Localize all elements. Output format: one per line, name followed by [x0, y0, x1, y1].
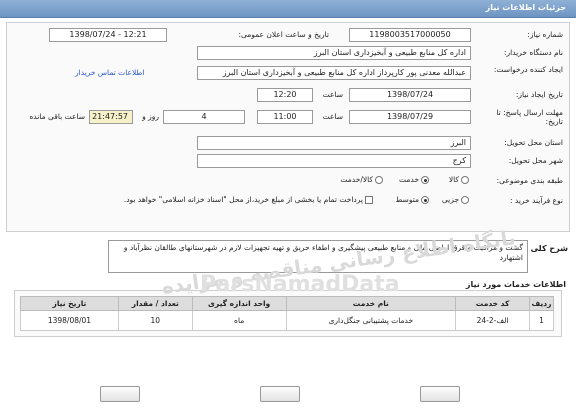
- create-time-label: ساعت: [322, 90, 343, 99]
- days-label: روز و: [142, 112, 159, 121]
- row-requester: ایجاد کننده درخواست: عبدالله معدنی پور ک…: [5, 63, 569, 85]
- remaining-time-label: ساعت باقی مانده: [29, 112, 85, 121]
- deadline-label: مهلت ارسال پاسخ: تا تاریخ:: [496, 108, 563, 126]
- deadline-date-field[interactable]: 1398/07/29: [349, 110, 471, 124]
- category-label: طبقه بندی موضوعی:: [496, 176, 563, 185]
- create-date-label: تاریخ ایجاد نیاز:: [515, 90, 563, 99]
- services-section-title: اطلاعات خدمات مورد نیاز: [465, 280, 566, 289]
- col-name: نام خدمت: [285, 296, 457, 311]
- row-city: شهر محل تحویل: کرج: [5, 153, 569, 169]
- category-option-service[interactable]: خدمت: [399, 175, 429, 184]
- action-button-3[interactable]: [420, 386, 460, 402]
- row-purchase-type: نوع فرآیند خرید : جزیی متوسط پرداخت تمام…: [5, 193, 569, 209]
- cell-unit: ماه: [191, 310, 287, 331]
- purchase-option-medium[interactable]: متوسط: [395, 195, 429, 204]
- action-button-2[interactable]: [260, 386, 300, 402]
- treasury-checkbox[interactable]: پرداخت تمام یا بخشی از مبلغ خرید،از محل …: [124, 195, 373, 204]
- row-category: طبقه بندی موضوعی: کالا خدمت کالا/خدمت: [5, 173, 569, 189]
- checkbox-icon[interactable]: [365, 196, 373, 204]
- row-buyer-org: نام دستگاه خریدار: اداره کل منابع طبیعی …: [5, 45, 569, 61]
- create-date-field[interactable]: 1398/07/24: [349, 88, 471, 102]
- radio-selected-icon[interactable]: [421, 176, 429, 184]
- cell-qty: 10: [117, 310, 193, 331]
- services-table: ردیف کد خدمت نام خدمت واحد اندازه گیری ت…: [20, 296, 554, 331]
- col-code: کد خدمت: [455, 296, 531, 311]
- deadline-time-label: ساعت: [322, 112, 343, 121]
- buyer-contact-link[interactable]: اطلاعات تماس خریدار: [75, 68, 145, 77]
- province-field[interactable]: البرز: [197, 136, 471, 150]
- buyer-org-label: نام دستگاه خریدار:: [503, 48, 563, 57]
- cell-date: 1398/08/01: [20, 310, 119, 331]
- remaining-time-field: 21:47:57: [89, 110, 133, 124]
- announce-date-field[interactable]: 1398/07/24 - 12:21: [49, 28, 167, 42]
- bottom-button-bar: [0, 380, 576, 407]
- action-button-1[interactable]: [100, 386, 140, 402]
- watermark-logo-text: ParsNamadData: [200, 272, 400, 297]
- col-qty: تعداد / مقدار: [117, 296, 193, 311]
- radio-selected-icon[interactable]: [421, 196, 429, 204]
- radio-icon[interactable]: [461, 196, 469, 204]
- table-row[interactable]: 1 الف-2-24 خدمات پشتیبانی جنگل‌داری ماه …: [20, 310, 554, 331]
- announce-date-label: تاریخ و ساعت اعلان عمومی:: [238, 30, 329, 39]
- create-time-field[interactable]: 12:20: [257, 88, 313, 102]
- city-label: شهر محل تحویل:: [508, 156, 563, 165]
- need-number-field[interactable]: 1198003517000050: [349, 28, 471, 42]
- row-deadline: مهلت ارسال پاسخ: تا تاریخ: 1398/07/29 سا…: [5, 107, 569, 129]
- table-header-row: ردیف کد خدمت نام خدمت واحد اندازه گیری ت…: [20, 296, 554, 311]
- row-need-number: شماره نیاز: 1198003517000050 تاریخ و ساع…: [5, 27, 569, 43]
- cell-index: 1: [529, 310, 554, 331]
- category-option-goods[interactable]: کالا: [449, 175, 469, 184]
- city-field[interactable]: کرج: [197, 154, 471, 168]
- requester-field[interactable]: عبدالله معدنی پور کارپرداز اداره کل مناب…: [197, 66, 471, 80]
- col-date: تاریخ نیاز: [20, 296, 119, 311]
- col-index: ردیف: [529, 296, 554, 311]
- category-option-goods-service[interactable]: کالا/خدمت: [340, 175, 383, 184]
- deadline-time-field[interactable]: 11:00: [257, 110, 313, 124]
- need-details-panel: شماره نیاز: 1198003517000050 تاریخ و ساع…: [6, 22, 570, 232]
- buyer-org-field[interactable]: اداره کل منابع طبیعی و آبخیزداری استان ا…: [197, 46, 471, 60]
- purchase-option-minor[interactable]: جزیی: [442, 195, 469, 204]
- purchase-type-label: نوع فرآیند خرید :: [509, 196, 563, 205]
- need-number-label: شماره نیاز:: [527, 30, 563, 39]
- row-create-date: تاریخ ایجاد نیاز: 1398/07/24 ساعت 12:20: [5, 87, 569, 103]
- radio-icon[interactable]: [461, 176, 469, 184]
- remaining-days-field: 4: [163, 110, 245, 124]
- cell-code: الف-2-24: [455, 310, 531, 331]
- requester-label: ایجاد کننده درخواست:: [493, 65, 563, 74]
- col-unit: واحد اندازه گیری: [191, 296, 287, 311]
- cell-name: خدمات پشتیبانی جنگل‌داری: [285, 310, 457, 331]
- radio-icon[interactable]: [375, 176, 383, 184]
- province-label: استان محل تحویل:: [504, 138, 563, 147]
- window-title: جزئیات اطلاعات نیاز: [0, 0, 576, 18]
- row-province: استان محل تحویل: البرز: [5, 135, 569, 151]
